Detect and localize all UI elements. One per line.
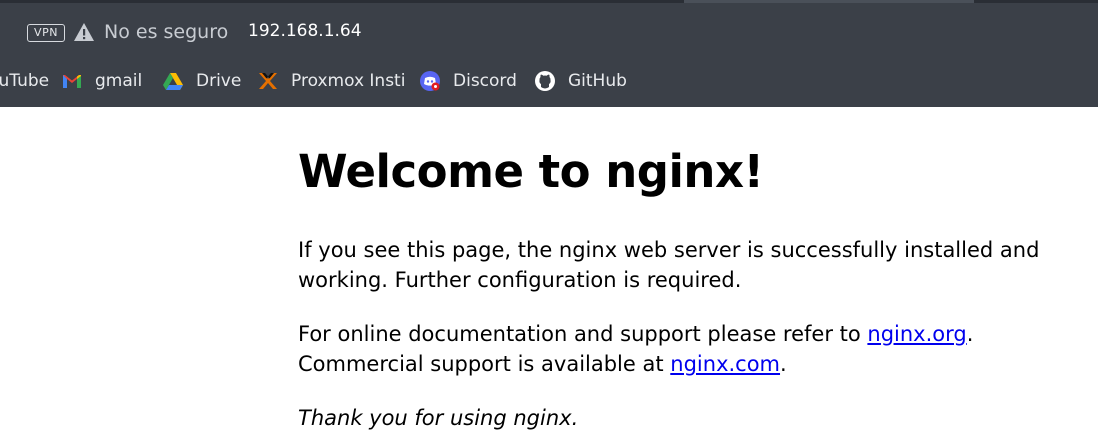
discord-icon — [420, 71, 440, 91]
vpn-badge[interactable]: VPN — [27, 24, 65, 42]
thanks-paragraph: Thank you for using nginx. — [298, 406, 579, 430]
intro-paragraph: If you see this page, the nginx web serv… — [298, 238, 1040, 292]
docs-text: For online documentation and support ple… — [298, 322, 868, 346]
warning-icon — [74, 23, 94, 41]
bookmark-label: YouTube — [0, 71, 50, 91]
bookmark-gmail[interactable]: gmail — [61, 64, 142, 98]
bookmark-discord[interactable]: Discord — [419, 64, 517, 98]
bookmarks-bar: YouTube gmail Drive Proxmo — [0, 64, 1098, 98]
tab-edge — [684, 0, 974, 3]
bookmark-youtube[interactable]: YouTube — [0, 64, 49, 98]
commercial-period: . — [780, 352, 787, 376]
bookmark-drive[interactable]: Drive — [162, 64, 241, 98]
drive-icon — [163, 73, 183, 90]
proxmox-icon — [259, 73, 277, 89]
address-bar[interactable]: VPN No es seguro 192.168.1.64 — [0, 16, 1098, 50]
commercial-text: Commercial support is available at — [298, 352, 671, 376]
bookmark-label: gmail — [95, 71, 143, 91]
page-content: Welcome to nginx! If you see this page, … — [298, 107, 1088, 433]
bookmark-label: GitHub — [568, 71, 627, 91]
nginx-com-link[interactable]: nginx.com — [670, 352, 780, 376]
page-title: Welcome to nginx! — [298, 145, 764, 198]
bookmark-github[interactable]: GitHub — [534, 64, 627, 98]
browser-chrome: VPN No es seguro 192.168.1.64 YouTube gm… — [0, 0, 1098, 107]
security-status[interactable]: No es seguro — [104, 21, 228, 43]
gmail-icon — [63, 75, 81, 88]
bookmark-proxmox[interactable]: Proxmox Insti — [257, 64, 405, 98]
docs-paragraph: For online documentation and support ple… — [298, 319, 1088, 379]
bookmark-label: Drive — [196, 71, 242, 91]
github-icon — [535, 71, 555, 91]
bookmark-label: Proxmox Insti — [291, 71, 406, 91]
bookmark-label: Discord — [453, 71, 517, 91]
url-text[interactable]: 192.168.1.64 — [248, 21, 362, 41]
nginx-org-link[interactable]: nginx.org — [867, 322, 966, 346]
docs-period: . — [966, 322, 974, 346]
